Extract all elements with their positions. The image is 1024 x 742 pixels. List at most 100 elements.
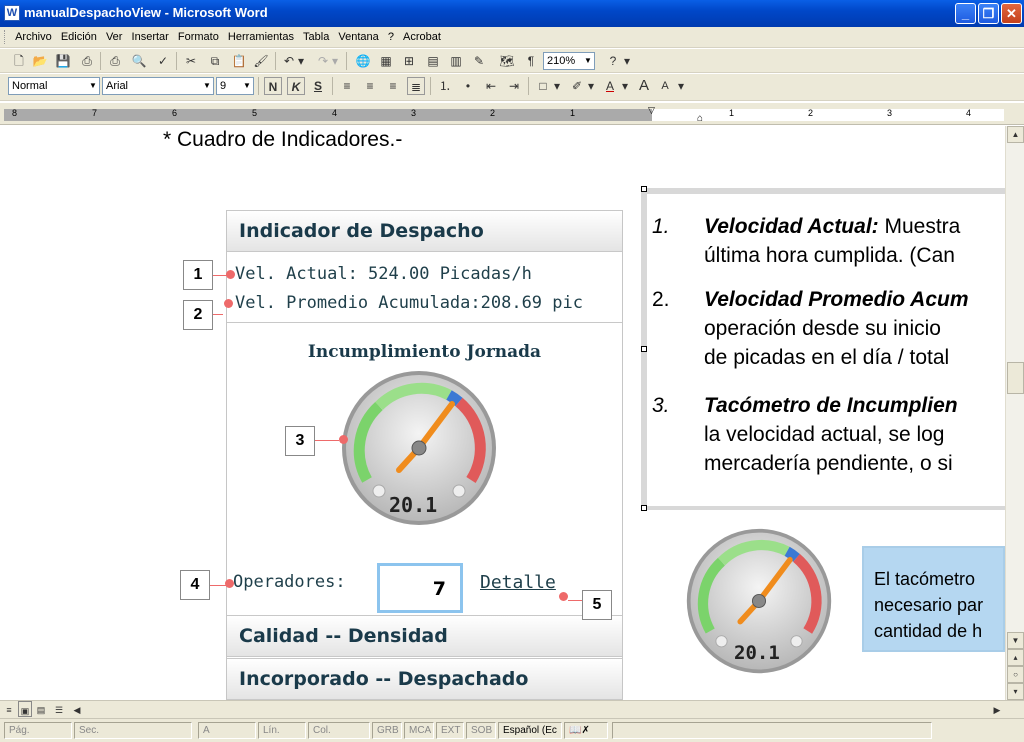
minimize-button[interactable]: _: [955, 3, 976, 24]
menu-formato[interactable]: Formato: [175, 27, 222, 47]
font-color-icon[interactable]: A: [601, 77, 619, 95]
menu-edicion[interactable]: Edición: [58, 27, 100, 47]
bullets-icon[interactable]: •: [459, 77, 477, 95]
detalle-link[interactable]: Detalle: [480, 572, 556, 593]
drawing-icon[interactable]: ✎: [470, 52, 488, 70]
menu-ventana[interactable]: Ventana: [335, 27, 381, 47]
word-app-icon[interactable]: W: [4, 5, 20, 21]
highlight-icon[interactable]: ✐: [568, 77, 586, 95]
note-textbox[interactable]: El tacómetro necesario par cantidad de h: [862, 546, 1005, 652]
columns-icon[interactable]: ▥: [447, 52, 465, 70]
web-layout-icon[interactable]: ▣: [18, 701, 32, 717]
cut-icon[interactable]: ✂: [182, 52, 200, 70]
save-icon[interactable]: 💾: [54, 52, 72, 70]
align-left-icon[interactable]: ≡: [338, 77, 356, 95]
menu-ver[interactable]: Ver: [103, 27, 126, 47]
next-page-icon[interactable]: ▾: [1007, 683, 1024, 700]
permission-icon[interactable]: ⎙: [78, 52, 96, 70]
print-preview-icon[interactable]: 🔍: [130, 52, 148, 70]
resize-handle[interactable]: [641, 186, 647, 192]
style-combo[interactable]: Normal ▼: [8, 77, 100, 95]
show-hide-icon[interactable]: ¶: [522, 52, 540, 70]
new-document-icon[interactable]: 🗋: [10, 52, 28, 70]
vertical-scrollbar[interactable]: ▲ ▼ ▴ ○ ▾: [1005, 126, 1024, 700]
list-title: Velocidad Actual:: [704, 215, 879, 238]
scroll-up-icon[interactable]: ▲: [1007, 126, 1024, 143]
menu-herramientas[interactable]: Herramientas: [225, 27, 297, 47]
previous-page-icon[interactable]: ▴: [1007, 649, 1024, 666]
scroll-down-icon[interactable]: ▼: [1007, 632, 1024, 649]
menu-tabla[interactable]: Tabla: [300, 27, 332, 47]
open-icon[interactable]: 📂: [31, 52, 49, 70]
italic-button[interactable]: K: [287, 77, 305, 95]
grow-font-icon[interactable]: A: [635, 77, 653, 95]
align-center-icon[interactable]: ≡: [361, 77, 379, 95]
undo-dropdown-icon[interactable]: ▾: [296, 52, 306, 70]
highlight-dropdown-icon[interactable]: ▾: [586, 77, 596, 95]
resize-handle[interactable]: [641, 505, 647, 511]
status-record[interactable]: GRB: [372, 722, 402, 739]
redo-dropdown-icon[interactable]: ▾: [330, 52, 340, 70]
menu-help[interactable]: ?: [385, 27, 397, 47]
insert-table-icon[interactable]: ⊞: [400, 52, 418, 70]
scroll-right-icon[interactable]: ▶: [990, 701, 1004, 717]
numbering-icon[interactable]: ⒈: [436, 77, 454, 95]
menu-archivo[interactable]: Archivo: [12, 27, 55, 47]
scroll-left-icon[interactable]: ◀: [70, 701, 84, 717]
normal-view-icon[interactable]: ≡: [2, 701, 16, 717]
tables-borders-icon[interactable]: ▦: [377, 52, 395, 70]
print-layout-icon[interactable]: ▤: [34, 701, 48, 717]
underline-button[interactable]: S: [309, 77, 327, 95]
status-track[interactable]: MCA: [404, 722, 434, 739]
font-combo[interactable]: Arial ▼: [102, 77, 214, 95]
copy-icon[interactable]: ⧉: [206, 52, 224, 70]
status-extend[interactable]: EXT: [436, 722, 464, 739]
status-overtype[interactable]: SOB: [466, 722, 496, 739]
font-color-dropdown-icon[interactable]: ▾: [620, 77, 630, 95]
status-language[interactable]: Español (Ec: [498, 722, 562, 739]
toolbar-options-icon[interactable]: ▾: [676, 77, 686, 95]
horizontal-ruler[interactable]: 8 7 6 5 4 3 2 1 1 2 3 4 ▽ ⌂: [0, 103, 1024, 125]
bold-button[interactable]: N: [264, 77, 282, 95]
resize-handle[interactable]: [641, 346, 647, 352]
operadores-input[interactable]: 7: [377, 563, 463, 613]
help-icon[interactable]: ?: [604, 52, 622, 70]
borders-icon[interactable]: □: [534, 77, 552, 95]
align-right-icon[interactable]: ≡: [384, 77, 402, 95]
spelling-icon[interactable]: ✓: [154, 52, 172, 70]
hyperlink-icon[interactable]: 🌐: [354, 52, 372, 70]
indent-marker-icon[interactable]: ▽: [648, 105, 655, 116]
callout-1: 1: [183, 260, 213, 290]
borders-dropdown-icon[interactable]: ▾: [552, 77, 562, 95]
format-painter-icon[interactable]: 🖌: [252, 52, 270, 70]
menu-insertar[interactable]: Insertar: [129, 27, 172, 47]
restore-button[interactable]: ❐: [978, 3, 999, 24]
outline-view-icon[interactable]: ☰: [52, 701, 66, 717]
hanging-indent-icon[interactable]: ⌂: [697, 113, 703, 124]
menu-acrobat[interactable]: Acrobat: [400, 27, 444, 47]
horizontal-scrollbar[interactable]: ≡ ▣ ▤ ☰ ◀ ▶: [0, 700, 1024, 718]
section-incorporado[interactable]: Incorporado -- Despachado: [227, 658, 622, 700]
note-line: cantidad de h: [874, 621, 983, 641]
explanation-textbox[interactable]: 1. Velocidad Actual: Muestra última hora…: [641, 188, 1007, 510]
ruler-number: 3: [411, 108, 417, 118]
insert-excel-icon[interactable]: ▤: [424, 52, 442, 70]
increase-indent-icon[interactable]: ⇥: [505, 77, 523, 95]
decrease-indent-icon[interactable]: ⇤: [482, 77, 500, 95]
font-size-combo[interactable]: 9 ▼: [216, 77, 254, 95]
print-icon[interactable]: ⎙: [106, 52, 124, 70]
spelling-status-icon[interactable]: 📖✗: [564, 722, 608, 739]
justify-icon[interactable]: ≣: [407, 77, 425, 95]
toolbar-options-icon[interactable]: ▾: [622, 52, 632, 70]
scroll-thumb[interactable]: [1007, 362, 1024, 394]
list-number: 2.: [652, 288, 670, 311]
section-calidad[interactable]: Calidad -- Densidad: [227, 615, 622, 657]
paste-icon[interactable]: 📋: [230, 52, 248, 70]
zoom-combo[interactable]: 210% ▼: [543, 52, 595, 70]
browse-object-icon[interactable]: ○: [1007, 666, 1024, 683]
gauge-title: Incumplimiento Jornada: [307, 342, 542, 362]
shrink-font-icon[interactable]: A: [656, 77, 674, 95]
close-button[interactable]: ✕: [1001, 3, 1022, 24]
document-map-icon[interactable]: 🗺: [498, 52, 516, 70]
status-section: Sec.: [74, 722, 192, 739]
